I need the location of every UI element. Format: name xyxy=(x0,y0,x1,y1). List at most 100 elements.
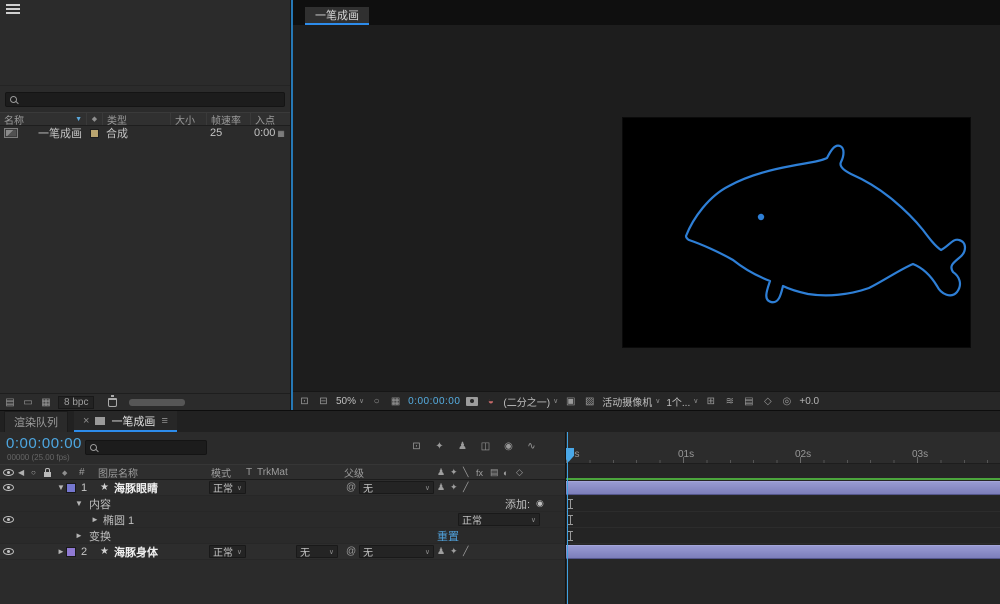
layer-row-1[interactable]: ▼ 1 ★ 海豚眼睛 正常 ∨ @ 无 ∨ xyxy=(0,480,565,496)
reset-link[interactable]: 重置 xyxy=(437,528,459,543)
grid-guides-icon[interactable]: ▦ xyxy=(389,396,402,407)
transform-row[interactable]: ► 变换 重置 xyxy=(0,528,565,544)
snapshot-icon[interactable] xyxy=(466,397,478,406)
column-parent[interactable]: 父级 xyxy=(344,465,364,480)
mode-select[interactable]: 正常 ∨ xyxy=(209,481,246,494)
viewer-stage[interactable] xyxy=(293,25,1000,391)
parent-select[interactable]: 无 ∨ xyxy=(359,481,434,494)
close-icon[interactable]: × xyxy=(83,415,89,427)
threed-switch-icon[interactable]: ◇ xyxy=(516,465,529,480)
region-of-interest-icon[interactable]: ▣ xyxy=(564,396,577,407)
time-ruler[interactable]: 0s 01s 02s 03s xyxy=(566,432,1000,464)
current-time-display[interactable]: 0:00:00:00 xyxy=(6,435,82,452)
draft-3d-icon[interactable]: ✦ xyxy=(433,441,446,452)
hide-shy-layers-icon[interactable]: ♟ xyxy=(456,441,469,452)
ellipse-label[interactable]: 椭圆 1 xyxy=(103,512,134,527)
shy-switch-icon[interactable]: ♟ xyxy=(437,544,450,559)
timeline-track-area[interactable]: 0s 01s 02s 03s xyxy=(565,432,1000,604)
ellipse-blend-mode-select[interactable]: 正常 ∨ xyxy=(458,513,540,526)
mask-visibility-icon[interactable]: ○ xyxy=(370,396,383,407)
eye-icon[interactable] xyxy=(3,484,14,491)
label-swatch[interactable] xyxy=(90,129,99,138)
pickwhip-icon[interactable]: @ xyxy=(346,544,356,559)
quality-switch-icon[interactable]: ╱ xyxy=(463,480,476,495)
fast-preview-icon[interactable]: ≋ xyxy=(723,396,736,407)
column-label[interactable]: ◆ xyxy=(86,113,102,125)
layer-duration-bar[interactable] xyxy=(566,545,1000,559)
timeline-button-icon[interactable]: ▤ xyxy=(742,396,755,407)
column-layer-name[interactable]: 图层名称 xyxy=(98,465,138,480)
quality-switch-icon[interactable]: ╱ xyxy=(463,544,476,559)
column-trkmat[interactable]: TrkMat xyxy=(257,465,288,480)
lock-icon[interactable] xyxy=(44,472,51,477)
solo-icon[interactable]: ○ xyxy=(31,465,36,480)
quality-switch-icon[interactable]: ╲ xyxy=(463,465,476,480)
column-mode[interactable]: 模式 xyxy=(211,465,231,480)
layer-row-2[interactable]: ► 2 ★ 海豚身体 正常 ∨ 无 ∨ @ xyxy=(0,544,565,560)
twirl-closed-icon[interactable]: ► xyxy=(91,512,99,527)
ellipse-row[interactable]: ► 椭圆 1 正常 ∨ xyxy=(0,512,565,528)
twirl-closed-icon[interactable]: ► xyxy=(57,544,65,559)
graph-editor-icon[interactable]: ∿ xyxy=(525,441,538,452)
timeline-search-input[interactable] xyxy=(85,440,207,455)
panel-menu-icon[interactable]: ≡ xyxy=(161,415,167,427)
tab-render-queue[interactable]: 渲染队列 xyxy=(4,411,68,432)
delete-icon[interactable] xyxy=(108,398,117,407)
flowchart-icon[interactable]: ◇ xyxy=(761,396,774,407)
zoom-select[interactable]: 50% ∨ xyxy=(336,396,364,407)
transparency-grid-icon[interactable]: ▨ xyxy=(583,396,596,407)
collapse-switch-icon[interactable]: ✦ xyxy=(450,480,463,495)
column-t[interactable]: T xyxy=(246,465,252,480)
pickwhip-icon[interactable]: @ xyxy=(346,480,356,495)
column-size[interactable]: 大小 xyxy=(170,113,206,125)
always-preview-icon[interactable]: ⊡ xyxy=(298,396,311,407)
interpret-footage-icon[interactable]: ▤ xyxy=(4,397,16,408)
audio-icon[interactable]: ◀ xyxy=(18,465,24,480)
column-type[interactable]: 类型 xyxy=(102,113,170,125)
layer-duration-bar[interactable] xyxy=(566,481,1000,495)
bit-depth-button[interactable]: 8 bpc xyxy=(58,396,94,409)
contents-label[interactable]: 内容 xyxy=(89,496,111,511)
resolution-select[interactable]: (二分之一) ∨ xyxy=(503,394,558,409)
frame-blend-switch-icon[interactable]: ▤ xyxy=(490,465,503,480)
collapse-switch-icon[interactable]: ✦ xyxy=(450,465,463,480)
eye-icon[interactable] xyxy=(3,469,14,476)
viewer-timecode[interactable]: 0:00:00:00 xyxy=(408,396,460,407)
twirl-open-icon[interactable]: ▼ xyxy=(75,496,83,511)
contents-row[interactable]: ▼ 内容 添加: ◉ xyxy=(0,496,565,512)
column-framerate[interactable]: 帧速率 xyxy=(206,113,250,125)
parent-select[interactable]: 无 ∨ xyxy=(359,545,434,558)
show-channel-icon[interactable]: ◒ xyxy=(484,396,497,407)
transform-label[interactable]: 变换 xyxy=(89,528,111,543)
layer-color-swatch[interactable] xyxy=(66,547,76,557)
reset-exposure-icon[interactable]: ◎ xyxy=(780,396,793,407)
fx-switch-icon[interactable]: fx xyxy=(476,465,489,480)
shy-switch-icon[interactable]: ♟ xyxy=(437,465,450,480)
new-composition-icon[interactable]: ▦ xyxy=(40,397,52,408)
column-name[interactable]: 名称 ▼ xyxy=(0,113,86,125)
view-layout-select[interactable]: 1个... ∨ xyxy=(666,394,698,409)
adjustment-switch-icon[interactable]: ◐ xyxy=(503,465,516,480)
eye-icon[interactable] xyxy=(3,516,14,523)
new-folder-icon[interactable]: ▭ xyxy=(22,397,34,408)
project-item-row[interactable]: 一笔成画 合成 25 0:00 ▦ xyxy=(0,126,290,140)
preview-monitor-icon[interactable]: ⊟ xyxy=(317,396,330,407)
frame-blending-icon[interactable]: ◫ xyxy=(479,441,492,452)
eye-icon[interactable] xyxy=(3,548,14,555)
layer-name[interactable]: 海豚眼睛 xyxy=(114,480,158,495)
project-search-input[interactable] xyxy=(5,92,285,107)
horizontal-scrollbar[interactable] xyxy=(129,399,185,406)
tab-composition[interactable]: × 一笔成画 ≡ xyxy=(74,411,177,432)
viewer-tab[interactable]: 一笔成画 xyxy=(305,7,369,25)
shy-switch-icon[interactable]: ♟ xyxy=(437,480,450,495)
panel-menu-icon[interactable] xyxy=(6,4,20,6)
composition-canvas[interactable] xyxy=(623,118,970,347)
layer-color-swatch[interactable] xyxy=(66,483,76,493)
add-button[interactable]: ◉ xyxy=(536,496,544,511)
trkmat-select[interactable]: 无 ∨ xyxy=(296,545,338,558)
mode-select[interactable]: 正常 ∨ xyxy=(209,545,246,558)
exposure-value[interactable]: +0.0 xyxy=(799,396,819,407)
mini-flowchart-icon[interactable]: ⊡ xyxy=(410,441,423,452)
twirl-closed-icon[interactable]: ► xyxy=(75,528,83,543)
collapse-switch-icon[interactable]: ✦ xyxy=(450,544,463,559)
